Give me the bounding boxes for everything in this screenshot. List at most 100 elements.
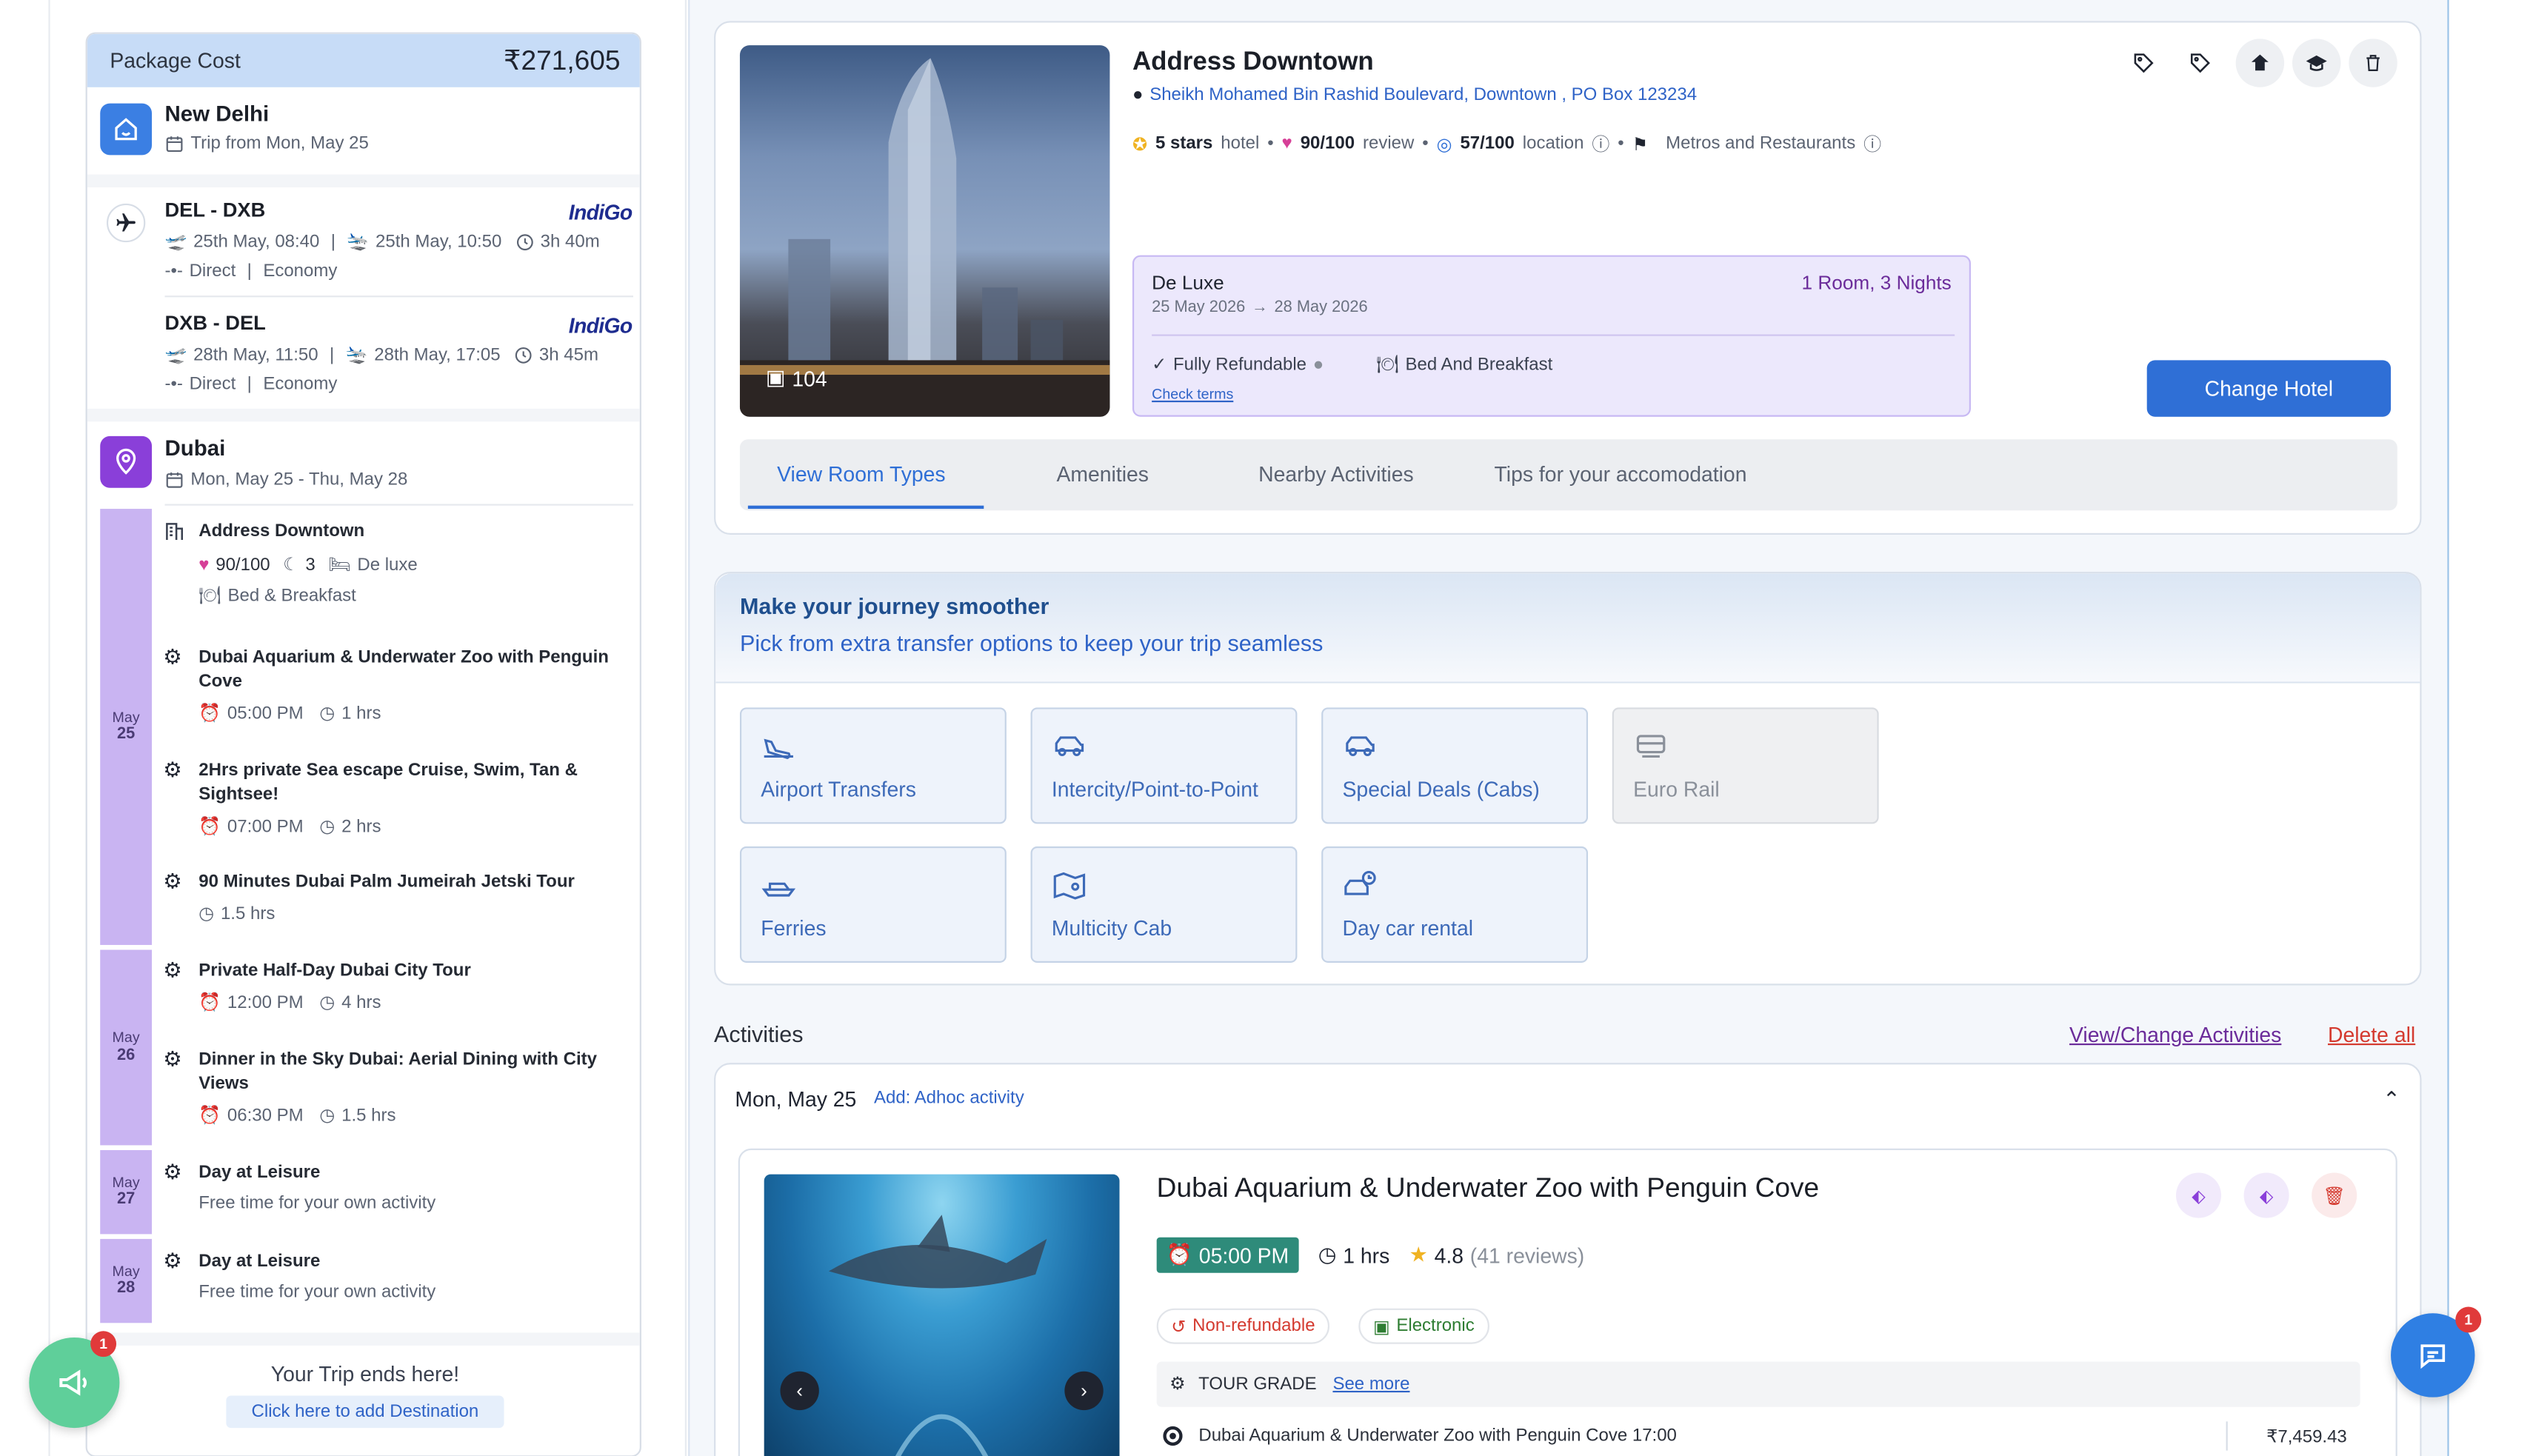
airline-logo: IndiGo bbox=[568, 313, 633, 338]
activity-time: 06:30 PM bbox=[227, 1105, 304, 1126]
alarm-icon: ⏰ bbox=[1166, 1242, 1193, 1266]
ferry-icon bbox=[761, 882, 796, 897]
info-icon[interactable]: ⓘ bbox=[1592, 131, 1609, 157]
clock-icon bbox=[515, 346, 532, 363]
tab-nearby-activities[interactable]: Nearby Activities bbox=[1258, 439, 1414, 510]
add-destination-button[interactable]: Click here to add Destination bbox=[226, 1395, 504, 1429]
target-icon: ◎ bbox=[1436, 135, 1452, 155]
activity-meta: ⏰ 05:00 PM ◷ 1 hrs bbox=[198, 703, 632, 724]
change-hotel-button[interactable]: Change Hotel bbox=[2146, 360, 2392, 417]
day-month: May bbox=[112, 1262, 140, 1279]
day-number: 25 bbox=[116, 726, 136, 744]
info-icon[interactable]: ● bbox=[1313, 355, 1324, 374]
transfer-option-multicity[interactable]: Multicity Cab bbox=[1030, 846, 1298, 963]
section-gap bbox=[87, 1332, 640, 1346]
clock-icon: ◷ bbox=[198, 904, 215, 924]
arrow-right-icon: → bbox=[1251, 298, 1268, 317]
check-terms-link[interactable]: Check terms bbox=[1152, 386, 1233, 402]
activity-title: 2Hrs private Sea escape Cruise, Swim, Ta… bbox=[198, 761, 578, 805]
transfer-option-euro-rail[interactable]: Euro Rail bbox=[1612, 707, 1879, 824]
day-marker: May 26 bbox=[100, 949, 153, 1146]
flight-cabin: Economy bbox=[263, 375, 338, 395]
itinerary-activity[interactable]: ⚙ Dinner in the Sky Dubai: Aerial Dining… bbox=[163, 1047, 632, 1126]
itinerary-hotel[interactable]: Address Downtown ♥ 90/100 ☾ 3 🛏 De luxe … bbox=[163, 520, 632, 606]
divider bbox=[164, 295, 633, 298]
tour-option[interactable]: Dubai Aquarium & Underwater Zoo with Pen… bbox=[1163, 1426, 1677, 1446]
carousel-next-icon[interactable]: › bbox=[1064, 1371, 1104, 1411]
tour-grade-bar: ⚙ TOUR GRADE See more bbox=[1156, 1361, 2360, 1407]
activity-photo[interactable]: ‹ › bbox=[764, 1174, 1120, 1456]
see-more-link[interactable]: See more bbox=[1332, 1374, 1409, 1393]
landing-icon: 🛬 bbox=[345, 345, 368, 365]
carousel-prev-icon[interactable]: ‹ bbox=[780, 1371, 819, 1411]
ticket-icon: ▣ bbox=[1372, 1317, 1390, 1337]
hotel-photo[interactable]: ▣ 104 bbox=[739, 45, 1110, 417]
delete-icon[interactable]: 🗑 bbox=[2312, 1172, 2357, 1218]
activity-meta: Free time for your own activity bbox=[198, 1282, 436, 1302]
hotel-location-suffix: location bbox=[1522, 134, 1584, 154]
trip-summary-panel: Package Cost ₹271,605 New Delhi Trip fro… bbox=[85, 32, 641, 1456]
announcement-button[interactable]: 1 bbox=[29, 1331, 120, 1429]
hotel-card: ▣ 104 Address Downtown ● Sheikh Mohamed … bbox=[714, 21, 2422, 535]
map-icon bbox=[1053, 872, 1086, 900]
itinerary-activity[interactable]: ⚙ Private Half-Day Dubai City Tour ⏰ 12:… bbox=[163, 958, 632, 1012]
view-change-activities-link[interactable]: View/Change Activities bbox=[2069, 1023, 2281, 1047]
divider bbox=[2226, 1421, 2228, 1451]
chat-icon bbox=[2420, 1344, 2446, 1369]
tag-icon[interactable]: ⬖ bbox=[2175, 1172, 2222, 1218]
itinerary-activity[interactable]: ⚙ 90 Minutes Dubai Palm Jumeirah Jetski … bbox=[163, 870, 632, 924]
itinerary-activity[interactable]: ⚙ 2Hrs private Sea escape Cruise, Swim, … bbox=[163, 757, 632, 837]
origin-date-row: Trip from Mon, May 25 bbox=[164, 134, 369, 153]
transfers-card: Make your journey smoother Pick from ext… bbox=[714, 572, 2422, 986]
transfers-subtitle: Pick from extra transfer options to keep… bbox=[739, 630, 1324, 656]
room-nights: 1 Room, 3 Nights bbox=[1801, 271, 1952, 294]
add-adhoc-activity-link[interactable]: Add: Adhoc activity bbox=[874, 1089, 1024, 1108]
info-icon[interactable]: ⓘ bbox=[1863, 131, 1881, 157]
itinerary-activity[interactable]: ⚙ Day at Leisure Free time for your own … bbox=[163, 1161, 632, 1213]
meal-icon: 🍽 bbox=[198, 586, 221, 606]
day-month: May bbox=[112, 1029, 140, 1046]
transfer-option-day-rental[interactable]: Day car rental bbox=[1321, 846, 1589, 963]
activity-meta: ⏰ 06:30 PM ◷ 1.5 hrs bbox=[198, 1105, 632, 1126]
delete-icon[interactable] bbox=[2349, 39, 2397, 87]
destination-city: Dubai bbox=[164, 435, 226, 461]
activity-reviews: (41 reviews) bbox=[1469, 1243, 1585, 1268]
tab-tips[interactable]: Tips for your accomodation bbox=[1495, 439, 1747, 510]
radio-selected-icon[interactable] bbox=[1163, 1426, 1183, 1446]
transfer-option-special-deals[interactable]: Special Deals (Cabs) bbox=[1321, 707, 1589, 824]
itinerary-activity[interactable]: ⚙ Day at Leisure Free time for your own … bbox=[163, 1249, 632, 1302]
graduation-icon[interactable] bbox=[2292, 39, 2341, 87]
origin-city: New Delhi bbox=[164, 101, 270, 127]
hotel-address-row[interactable]: ● Sheikh Mohamed Bin Rashid Boulevard, D… bbox=[1132, 86, 1697, 105]
tour-option-label: Dubai Aquarium & Underwater Zoo with Pen… bbox=[1198, 1426, 1677, 1446]
tag-icon[interactable]: ⬖ bbox=[2243, 1172, 2289, 1218]
room-type: De Luxe bbox=[1152, 271, 1224, 294]
transfer-option-label: Ferries bbox=[761, 915, 827, 941]
transfer-option-airport[interactable]: Airport Transfers bbox=[739, 707, 1007, 824]
flight-class-row: -•- Direct | Economy bbox=[164, 261, 337, 281]
transfer-option-label: Special Deals (Cabs) bbox=[1342, 777, 1540, 801]
chat-button[interactable]: 1 bbox=[2391, 1306, 2482, 1397]
refund-row: ✓ Fully Refundable ● bbox=[1152, 354, 1324, 375]
activities-day-card: Mon, May 25 Add: Adhoc activity ⌃ ‹ › Du… bbox=[714, 1063, 2422, 1456]
home-upload-icon[interactable] bbox=[2235, 39, 2285, 87]
activity-icon: ⚙ bbox=[163, 757, 182, 782]
transfer-option-ferries[interactable]: Ferries bbox=[739, 846, 1007, 963]
hotel-review-score: 90/100 bbox=[1300, 134, 1355, 154]
transfers-title: Make your journey smoother bbox=[739, 592, 1049, 619]
chevron-up-icon[interactable]: ⌃ bbox=[2383, 1087, 2400, 1113]
location-pin-icon bbox=[100, 435, 153, 488]
notification-badge: 1 bbox=[2455, 1306, 2482, 1333]
alarm-icon: ⏰ bbox=[198, 1106, 221, 1126]
delete-all-link[interactable]: Delete all bbox=[2328, 1023, 2415, 1047]
hotel-location-score: 57/100 bbox=[1460, 134, 1515, 154]
activity-detail-card: ‹ › Dubai Aquarium & Underwater Zoo with… bbox=[738, 1148, 2397, 1456]
transfer-option-intercity[interactable]: Intercity/Point-to-Point bbox=[1030, 707, 1298, 824]
section-gap bbox=[87, 174, 640, 188]
tab-room-types[interactable]: View Room Types bbox=[777, 439, 945, 510]
tab-amenities[interactable]: Amenities bbox=[1056, 439, 1148, 510]
tag-icon[interactable] bbox=[2120, 39, 2168, 87]
itinerary-activity[interactable]: ⚙ Dubai Aquarium & Underwater Zoo with P… bbox=[163, 645, 632, 724]
tag-icon[interactable] bbox=[2176, 39, 2224, 87]
activity-card-duration: 1 hrs bbox=[1343, 1243, 1390, 1268]
